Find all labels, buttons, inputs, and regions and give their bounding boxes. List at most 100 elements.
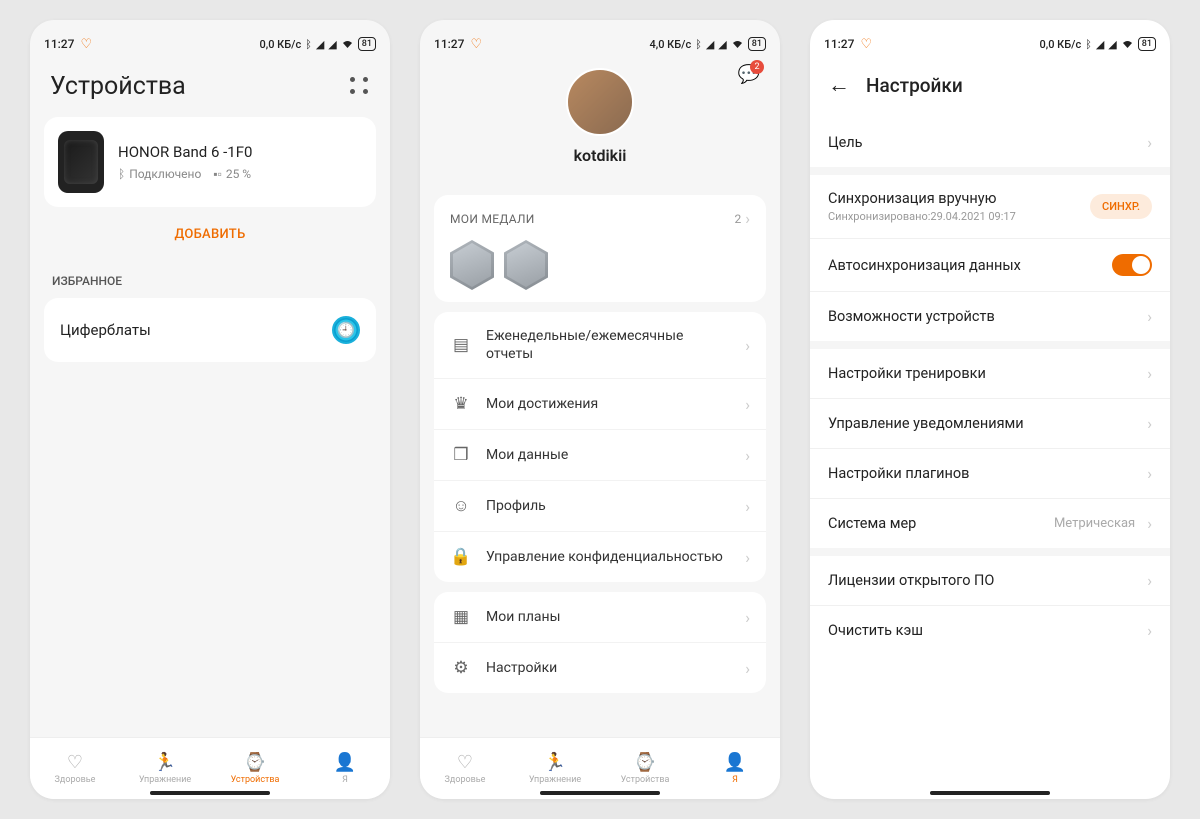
- chevron-right-icon: ›: [745, 209, 750, 228]
- item-label: Управление конфиденциальностью: [486, 548, 731, 566]
- run-icon: 🏃: [544, 752, 566, 773]
- item-label: Мои планы: [486, 608, 731, 626]
- nav-health[interactable]: ♡ Здоровье: [420, 738, 510, 799]
- item-label: Настройки: [486, 659, 731, 677]
- nav-label: Упражнение: [139, 775, 191, 785]
- chevron-right-icon: ›: [1147, 414, 1152, 433]
- page-title: Устройства: [50, 72, 186, 101]
- signal-icon: ◢: [1108, 38, 1116, 51]
- item-profile[interactable]: ☺ Профиль ›: [434, 481, 766, 532]
- row-manual-sync[interactable]: Синхронизация вручную Синхронизировано:2…: [810, 175, 1170, 239]
- device-image: [58, 131, 104, 193]
- row-label: Возможности устройств: [828, 308, 1141, 325]
- report-icon: ▤: [450, 335, 472, 355]
- notif-badge: 2: [750, 60, 764, 74]
- row-label: Очистить кэш: [828, 622, 1141, 639]
- nav-devices[interactable]: ⌚ Устройства: [600, 738, 690, 799]
- heart-icon: ♡: [457, 752, 473, 773]
- chevron-right-icon: ›: [745, 548, 750, 567]
- nav-label: Здоровье: [445, 775, 486, 785]
- wifi-icon: [341, 39, 354, 49]
- row-label: Цель: [828, 134, 1141, 151]
- heart-icon: ♡: [80, 37, 92, 52]
- profile-screen: 11:27 ♡ 4,0 КБ/с ᛒ ◢ ◢ 81 💬 2 kotdikii М…: [420, 20, 780, 799]
- item-label: Профиль: [486, 497, 731, 515]
- nav-exercise[interactable]: 🏃 Упражнение: [510, 738, 600, 799]
- nav-devices[interactable]: ⌚ Устройства: [210, 738, 300, 799]
- row-goal[interactable]: Цель ›: [810, 118, 1170, 167]
- back-button[interactable]: ←: [828, 72, 850, 98]
- item-mydata[interactable]: ❒ Мои данные ›: [434, 430, 766, 481]
- row-label: Управление уведомлениями: [828, 415, 1141, 432]
- item-settings[interactable]: ⚙ Настройки ›: [434, 643, 766, 693]
- row-plugins[interactable]: Настройки плагинов ›: [810, 449, 1170, 499]
- medals-count: 2: [734, 212, 741, 226]
- battery-indicator: 81: [358, 37, 376, 51]
- row-sublabel: Синхронизировано:29.04.2021 09:17: [828, 210, 1090, 223]
- item-achievements[interactable]: ♛ Мои достижения ›: [434, 379, 766, 430]
- chevron-right-icon: ›: [1147, 571, 1152, 590]
- device-status: Подключено: [129, 167, 201, 181]
- trophy-icon: ♛: [450, 394, 472, 414]
- medals-card[interactable]: МОИ МЕДАЛИ 2 ›: [434, 195, 766, 302]
- status-bar: 11:27 ♡ 4,0 КБ/с ᛒ ◢ ◢ 81: [420, 30, 780, 58]
- row-label: Синхронизация вручную: [828, 190, 1090, 207]
- signal-icon: ◢: [1096, 38, 1104, 51]
- device-card[interactable]: HONOR Band 6 -1F0 ᛒ Подключено ▪▫ 25 %: [44, 117, 376, 207]
- person-icon: 👤: [724, 752, 746, 773]
- chevron-right-icon: ›: [745, 446, 750, 465]
- section-favorites: ИЗБРАННОЕ: [30, 258, 390, 298]
- avatar[interactable]: [566, 68, 634, 136]
- signal-icon: ◢: [718, 38, 726, 51]
- bluetooth-icon: ᛒ: [305, 38, 312, 51]
- row-units[interactable]: Система мер Метрическая ›: [810, 499, 1170, 548]
- person-icon: 👤: [334, 752, 356, 773]
- gear-icon: ⚙: [450, 658, 472, 678]
- item-reports[interactable]: ▤ Еженедельные/ежемесячные отчеты ›: [434, 312, 766, 379]
- sync-button[interactable]: СИНХР.: [1090, 194, 1152, 219]
- nav-label: Упражнение: [529, 775, 581, 785]
- person-icon: ☺: [450, 496, 472, 516]
- device-name: HONOR Band 6 -1F0: [118, 143, 362, 161]
- home-indicator[interactable]: [150, 791, 270, 795]
- nav-me[interactable]: 👤 Я: [690, 738, 780, 799]
- row-license[interactable]: Лицензии открытого ПО ›: [810, 556, 1170, 606]
- row-value: Метрическая: [1054, 516, 1135, 531]
- row-workout-settings[interactable]: Настройки тренировки ›: [810, 349, 1170, 399]
- bluetooth-icon: ᛒ: [118, 167, 125, 181]
- item-label: Мои достижения: [486, 395, 731, 413]
- devices-screen: 11:27 ♡ 0,0 КБ/с ᛒ ◢ ◢ 81 Устройства HON…: [30, 20, 390, 799]
- status-time: 11:27: [824, 37, 854, 51]
- chevron-right-icon: ›: [745, 336, 750, 355]
- battery-icon: ▪▫: [213, 167, 222, 181]
- item-label: Мои данные: [486, 446, 731, 464]
- row-clear-cache[interactable]: Очистить кэш ›: [810, 606, 1170, 655]
- medals-title: МОИ МЕДАЛИ: [450, 212, 535, 226]
- item-plans[interactable]: ▦ Мои планы ›: [434, 592, 766, 643]
- nav-me[interactable]: 👤 Я: [300, 738, 390, 799]
- row-label: Система мер: [828, 515, 1054, 532]
- device-battery: 25 %: [226, 167, 251, 181]
- row-autosync[interactable]: Автосинхронизация данных: [810, 239, 1170, 292]
- home-indicator[interactable]: [930, 791, 1050, 795]
- medal-icon: [450, 240, 494, 290]
- autosync-toggle[interactable]: [1112, 254, 1152, 276]
- watchfaces-label: Циферблаты: [60, 321, 151, 339]
- heart-icon: ♡: [860, 37, 872, 52]
- nav-exercise[interactable]: 🏃 Упражнение: [120, 738, 210, 799]
- bottom-nav: ♡ Здоровье 🏃 Упражнение ⌚ Устройства 👤 Я: [30, 737, 390, 799]
- nav-label: Устройства: [621, 775, 670, 785]
- scan-icon[interactable]: [350, 77, 370, 97]
- nav-health[interactable]: ♡ Здоровье: [30, 738, 120, 799]
- home-indicator[interactable]: [540, 791, 660, 795]
- signal-icon: ◢: [316, 38, 324, 51]
- bluetooth-icon: ᛒ: [695, 38, 702, 51]
- watch-icon: ⌚: [244, 752, 266, 773]
- item-privacy[interactable]: 🔒 Управление конфиденциальностью ›: [434, 532, 766, 582]
- status-time: 11:27: [434, 37, 464, 51]
- watchfaces-item[interactable]: Циферблаты 🕘: [44, 298, 376, 362]
- status-data-rate: 4,0 КБ/с: [649, 38, 691, 51]
- row-notifications[interactable]: Управление уведомлениями ›: [810, 399, 1170, 449]
- row-capabilities[interactable]: Возможности устройств ›: [810, 292, 1170, 341]
- add-button[interactable]: ДОБАВИТЬ: [30, 213, 390, 258]
